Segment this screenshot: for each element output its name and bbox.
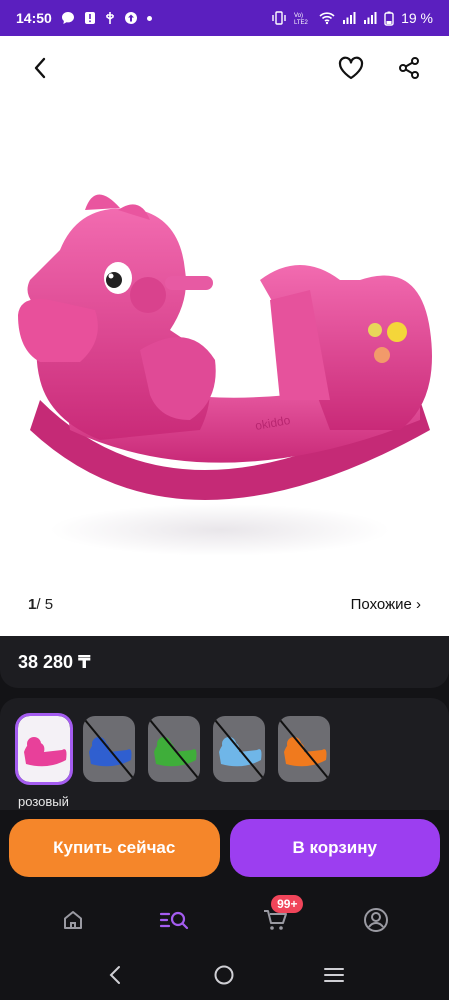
favorite-button[interactable] (329, 46, 373, 90)
variant-thumbnail (214, 719, 264, 779)
color-variant-0[interactable] (15, 713, 73, 785)
variant-thumbnail (84, 719, 134, 779)
tab-home[interactable] (43, 895, 103, 945)
gallery-footer: 1/ 5 Похожие › (0, 584, 449, 624)
bottom-tab-bar: 99+ (0, 890, 449, 950)
similar-products-link[interactable]: Похожие › (351, 596, 421, 613)
color-variants-list (15, 713, 330, 785)
color-variant-4[interactable] (278, 716, 330, 782)
battery-level: 19 % (401, 10, 433, 26)
battery-icon (384, 11, 394, 26)
system-recents-button[interactable] (314, 955, 354, 995)
top-nav (0, 36, 449, 100)
svg-text:Vo): Vo) (294, 13, 303, 19)
gallery-page-counter: 1/ 5 (28, 596, 53, 613)
gallery-page-separator: / (36, 595, 45, 613)
color-variant-3[interactable] (213, 716, 265, 782)
signal-icon (343, 12, 356, 24)
share-button[interactable] (387, 46, 431, 90)
wifi-icon (319, 12, 335, 25)
cart-badge: 99+ (271, 895, 304, 913)
vibrate-icon (272, 11, 286, 25)
color-variant-1[interactable] (83, 716, 135, 782)
tab-catalog[interactable] (144, 895, 204, 945)
alert-icon (84, 12, 95, 24)
price: 38 280 ₸ (18, 652, 91, 672)
message-icon (61, 12, 74, 24)
usb-icon (106, 12, 114, 24)
price-panel: 38 280 ₸ (0, 636, 449, 688)
variant-thumbnail (279, 719, 329, 779)
purchase-actions: Купить сейчас В корзину (0, 810, 449, 890)
selected-color-label: розовый (18, 794, 69, 809)
svg-text:LTE2: LTE2 (294, 20, 309, 25)
chevron-left-icon (34, 57, 46, 79)
tab-cart[interactable]: 99+ (245, 895, 305, 945)
back-arrow-icon (109, 966, 120, 984)
dot-icon (146, 15, 152, 21)
recents-icon (324, 968, 345, 982)
product-image[interactable]: okiddo (0, 100, 449, 580)
home-circle-icon (214, 965, 234, 985)
profile-icon (364, 908, 389, 932)
status-time: 14:50 (16, 10, 52, 26)
color-variant-2[interactable] (148, 716, 200, 782)
gallery-total-pages: 5 (44, 595, 54, 613)
system-home-button[interactable] (204, 955, 244, 995)
buy-now-button[interactable]: Купить сейчас (9, 819, 220, 877)
volte-icon: Vo)LTE2 (294, 13, 309, 25)
share-icon (399, 57, 419, 79)
signal-icon (364, 12, 377, 24)
catalog-search-icon (159, 911, 188, 930)
status-bar: 14:50 Vo) LTE2 19 % (0, 0, 449, 36)
system-nav-bar (0, 950, 449, 1000)
product-photo: okiddo (18, 194, 432, 556)
heart-icon (338, 56, 364, 80)
system-back-button[interactable] (95, 955, 135, 995)
home-icon (63, 911, 82, 929)
variant-thumbnail (24, 737, 67, 767)
back-button[interactable] (18, 46, 62, 90)
tab-profile[interactable] (346, 895, 406, 945)
upload-icon (124, 12, 137, 24)
add-to-cart-button[interactable]: В корзину (229, 819, 440, 877)
variant-thumbnail (149, 719, 199, 779)
